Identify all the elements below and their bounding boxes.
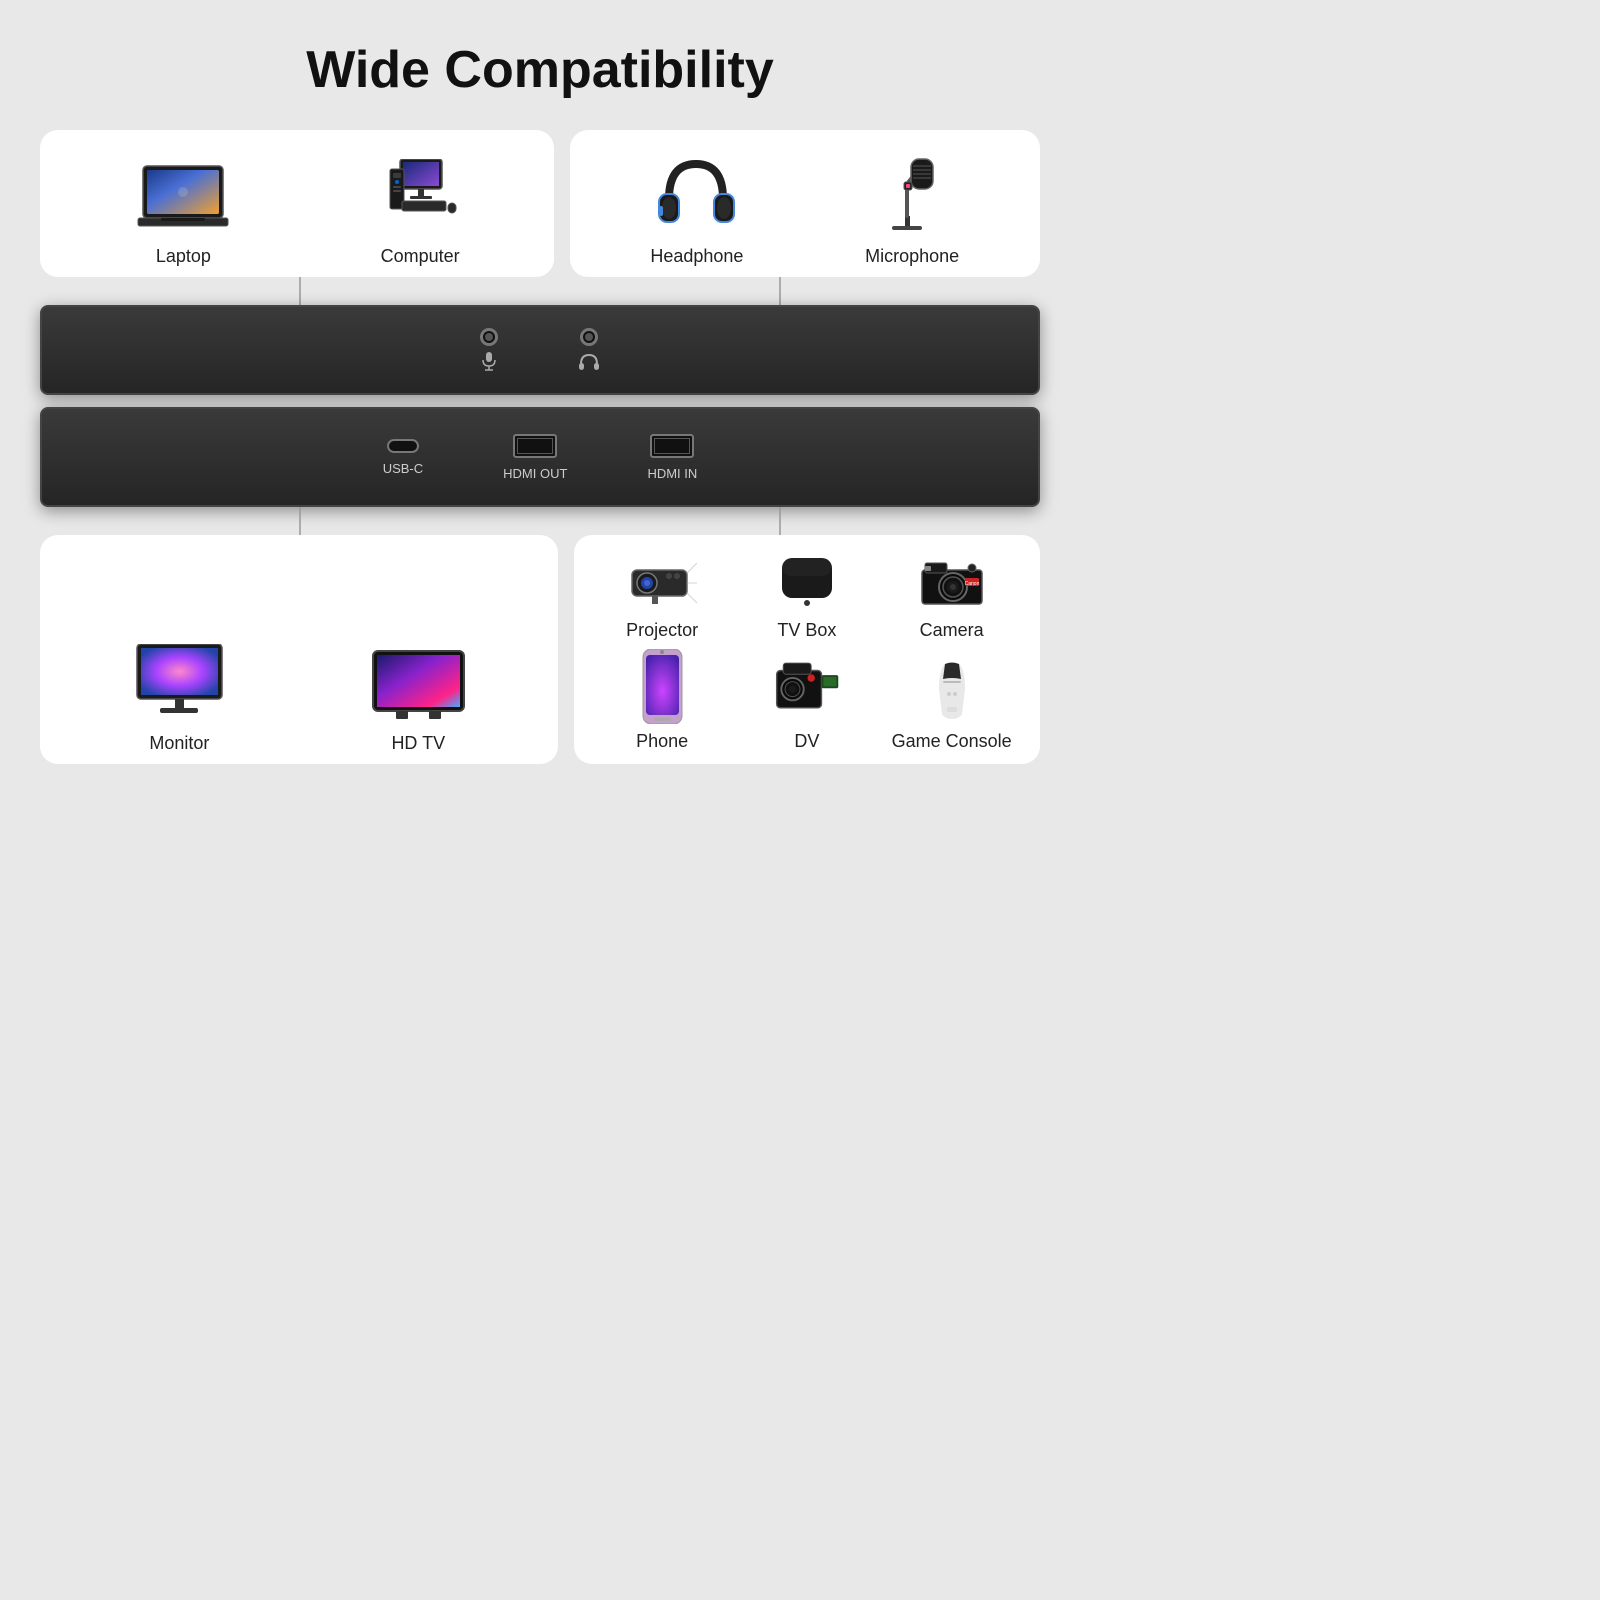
- device-item-camera: Canon Camera: [879, 555, 1024, 641]
- game-console-label: Game Console: [892, 731, 1012, 752]
- dv-label: DV: [794, 731, 819, 752]
- microphone-label: Microphone: [865, 246, 959, 267]
- usbc-label: USB-C: [383, 461, 423, 476]
- computer-icon: [380, 164, 460, 234]
- hdmi-out-connector: [513, 434, 557, 458]
- usbc-port: USB-C: [383, 439, 423, 476]
- top-port-row: [480, 328, 600, 372]
- hdtv-label: HD TV: [391, 733, 445, 754]
- device-item-dv: DV: [734, 661, 879, 752]
- hdmi-out-label: HDMI OUT: [503, 466, 567, 481]
- projector-icon: [627, 555, 697, 610]
- device-top-panel: [40, 305, 1040, 395]
- laptop-icon: [133, 164, 233, 234]
- bottom-cards-row: Monitor: [40, 535, 1040, 764]
- top-cards-row: Laptop: [40, 130, 1040, 277]
- connector-bottom: [40, 507, 1040, 535]
- monitor-label: Monitor: [149, 733, 209, 754]
- device-item-monitor: Monitor: [132, 646, 227, 754]
- computer-label: Computer: [381, 246, 460, 267]
- headphone-label: Headphone: [650, 246, 743, 267]
- svg-text:Canon: Canon: [964, 581, 979, 587]
- hdtv-icon: [371, 651, 466, 721]
- phone-icon: [640, 651, 685, 721]
- bottom-port-row: USB-C HDMI OUT HDMI IN: [383, 434, 698, 481]
- hdmi-in-label: HDMI IN: [647, 466, 697, 481]
- device-item-laptop: Laptop: [133, 164, 233, 267]
- tvbox-icon: [777, 555, 837, 610]
- hdmi-out-port: HDMI OUT: [503, 434, 567, 481]
- device-item-hdtv: HD TV: [371, 651, 466, 754]
- headphone-icon: [654, 154, 739, 234]
- connector-top: [40, 277, 1040, 305]
- dv-icon: [772, 661, 842, 721]
- headphone-port: [578, 328, 600, 372]
- tvbox-label: TV Box: [777, 620, 836, 641]
- game-console-icon: [917, 661, 987, 721]
- projector-label: Projector: [626, 620, 698, 641]
- card-monitor-hdtv: Monitor: [40, 535, 558, 764]
- device-item-microphone: Microphone: [865, 154, 959, 267]
- device-item-tvbox: TV Box: [734, 555, 879, 641]
- laptop-label: Laptop: [156, 246, 211, 267]
- page-title: Wide Compatibility: [306, 40, 774, 100]
- hdmi-in-port: HDMI IN: [647, 434, 697, 481]
- main-layout: Laptop: [40, 130, 1040, 764]
- phone-label: Phone: [636, 731, 688, 752]
- device-item-projector: Projector: [590, 555, 735, 641]
- device-item-phone: Phone: [590, 651, 735, 752]
- monitor-icon: [132, 646, 227, 721]
- device-item-headphone: Headphone: [650, 154, 743, 267]
- device-item-computer: Computer: [380, 164, 460, 267]
- device-item-game-console: Game Console: [879, 661, 1024, 752]
- microphone-icon: [877, 154, 947, 234]
- camera-icon: Canon: [917, 555, 987, 610]
- card-headphone-microphone: Headphone: [570, 130, 1040, 277]
- usbc-connector: [387, 439, 419, 453]
- hdmi-in-connector: [650, 434, 694, 458]
- mic-port: [480, 328, 498, 372]
- camera-label: Camera: [920, 620, 984, 641]
- card-laptop-computer: Laptop: [40, 130, 554, 277]
- card-sources: Projector TV Box: [574, 535, 1040, 764]
- device-bottom-panel: USB-C HDMI OUT HDMI IN: [40, 407, 1040, 507]
